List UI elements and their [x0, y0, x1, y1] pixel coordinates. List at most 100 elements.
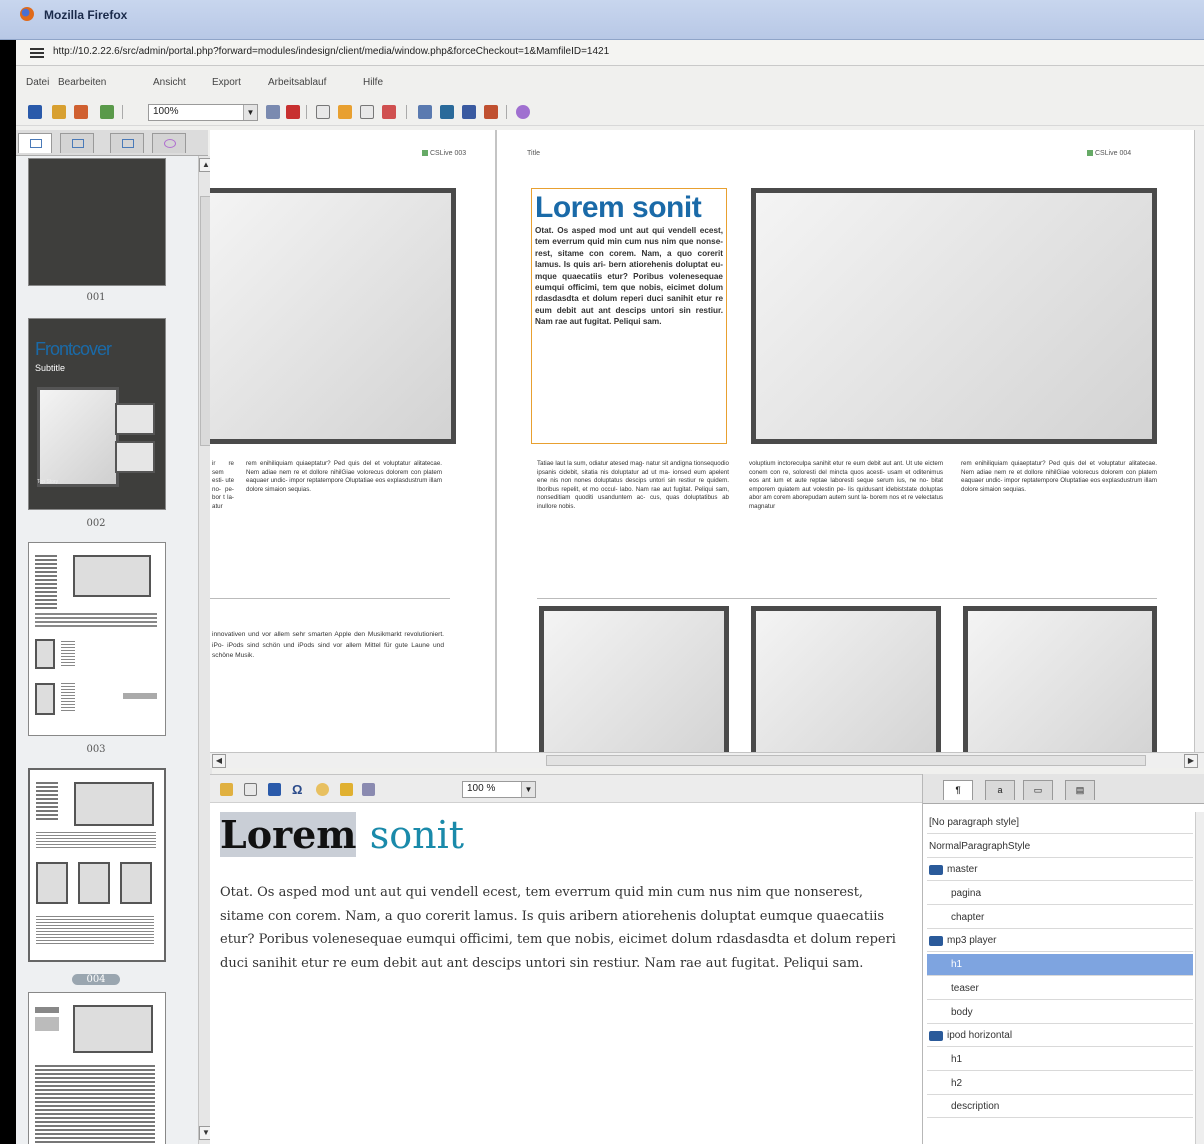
menu-bar: Datei Bearbeiten Ansicht Export Arbeitsa…	[16, 70, 1204, 96]
page-thumbnail-005[interactable]	[28, 992, 166, 1144]
menu-export[interactable]: Export	[212, 77, 241, 88]
editor-heading[interactable]: Lorem sonit	[220, 812, 464, 857]
paragraph-styles-panel: ¶ a ▭ ▤ [No paragraph style] NormalParag…	[922, 774, 1204, 1144]
document-horizontal-scrollbar[interactable]: ◀ ▶	[210, 752, 1204, 768]
menu-bearbeiten[interactable]: Bearbeiten	[58, 77, 106, 88]
preview-icon[interactable]	[266, 105, 280, 119]
thumb-text-block	[36, 916, 154, 944]
tab-comments[interactable]	[152, 133, 186, 153]
tab-frame-styles[interactable]: ▭	[1023, 780, 1053, 800]
spellcheck-icon[interactable]	[220, 783, 233, 796]
style-item-body[interactable]: body	[927, 1002, 1193, 1024]
text-column[interactable]: Tatiae laut la sum, odiatur atesed mag- …	[537, 460, 729, 580]
page-thumbnail-003[interactable]	[28, 542, 166, 736]
style-item-h1[interactable]: h1	[927, 1049, 1193, 1071]
image-frame[interactable]	[539, 606, 729, 752]
pages-panel-tabs	[16, 130, 208, 156]
tab-pages[interactable]	[18, 133, 52, 153]
image-frame[interactable]	[751, 188, 1157, 444]
style-group-mp3-player[interactable]: mp3 player	[927, 930, 1193, 953]
save-icon[interactable]	[268, 783, 281, 796]
image-frame[interactable]	[210, 188, 456, 444]
double-page-icon[interactable]	[360, 105, 374, 119]
single-page-icon[interactable]	[316, 105, 330, 119]
zoom-select[interactable]: 100% ▼	[148, 104, 258, 121]
url-text[interactable]: http://10.2.22.6/src/admin/portal.php?fo…	[53, 46, 609, 57]
style-item-no-paragraph-style[interactable]: [No paragraph style]	[927, 812, 1193, 834]
undo-icon[interactable]	[316, 783, 329, 796]
style-item-pagina[interactable]: pagina	[927, 883, 1193, 906]
folder-icon[interactable]	[340, 783, 353, 796]
menu-datei[interactable]: Datei	[26, 77, 49, 88]
scroll-right-icon[interactable]: ▶	[1184, 754, 1198, 768]
style-group-ipod-horizontal[interactable]: ipod horizontal	[927, 1025, 1193, 1048]
comment-icon[interactable]	[516, 105, 530, 119]
scroll-left-icon[interactable]: ◀	[212, 754, 226, 768]
style-item-description[interactable]: description	[927, 1096, 1193, 1119]
image-frame[interactable]	[751, 606, 941, 752]
thumb-image	[35, 683, 55, 715]
gallery-icon[interactable]	[462, 105, 476, 119]
text-column[interactable]: voluptium inctoreculpa sanihit etur re e…	[749, 460, 943, 580]
page-label: 001	[86, 292, 106, 303]
window-titlebar: Mozilla Firefox	[0, 0, 1204, 40]
text-editor-pane: Ω 100 % ▼ Lorem sonit Otat. Os asped mod…	[210, 774, 922, 1144]
text-column[interactable]: innovativen und vor allem sehr smarten A…	[212, 630, 444, 690]
thumb-text-block	[35, 555, 57, 611]
image-frame-icon[interactable]	[418, 105, 432, 119]
scrollbar-thumb[interactable]	[546, 755, 1146, 766]
image-frame[interactable]	[963, 606, 1157, 752]
text-column[interactable]: rem enihiliquiam quiaeptatur? Ped quis d…	[961, 460, 1157, 540]
style-item-chapter[interactable]: chapter	[927, 907, 1193, 929]
text-column[interactable]: ir re sem esti- ute no- pe- bor t la- at…	[212, 460, 234, 580]
style-group-master[interactable]: master	[927, 859, 1193, 882]
menu-ansicht[interactable]: Ansicht	[153, 77, 186, 88]
page-thumbnail-002[interactable]: Frontcover Subtitle Top Story	[28, 318, 166, 510]
menu-arbeitsablauf[interactable]: Arbeitsablauf	[268, 77, 326, 88]
style-item-normal[interactable]: NormalParagraphStyle	[927, 836, 1193, 858]
selected-text-frame[interactable]: Lorem sonit Otat. Os asped mod unt aut q…	[531, 188, 727, 444]
tab-paragraph-styles[interactable]: ¶	[943, 780, 973, 800]
tab-table-styles[interactable]: ▤	[1065, 780, 1095, 800]
style-item-h1-selected[interactable]: h1	[927, 954, 1193, 977]
document-canvas[interactable]: CSLive 003 ir re sem esti- ute no- pe- b…	[210, 130, 1204, 752]
save-icon[interactable]	[28, 105, 42, 119]
tab-spreads[interactable]	[60, 133, 94, 153]
styles-scrollbar[interactable]	[1195, 812, 1204, 1144]
audio-icon[interactable]	[484, 105, 498, 119]
thumb-image	[120, 862, 152, 904]
editor-heading-word: sonit	[369, 813, 464, 857]
thumb-image	[36, 862, 68, 904]
pdf-icon[interactable]	[286, 105, 300, 119]
page-thumbnail-001[interactable]	[28, 158, 166, 286]
page-menu-icon[interactable]	[30, 48, 44, 58]
chevron-down-icon[interactable]: ▼	[521, 782, 535, 797]
style-item-teaser[interactable]: teaser	[927, 978, 1193, 1000]
page-delete-icon[interactable]	[74, 105, 88, 119]
page-thumbnail-004[interactable]	[28, 768, 166, 962]
menu-hilfe[interactable]: Hilfe	[363, 77, 383, 88]
tab-character-styles[interactable]: a	[985, 780, 1015, 800]
chevron-down-icon[interactable]: ▼	[243, 105, 257, 120]
editor-zoom-select[interactable]: 100 % ▼	[462, 781, 536, 798]
page-label: 003	[86, 744, 106, 755]
text-frame-icon[interactable]	[244, 783, 257, 796]
search-replace-icon[interactable]	[362, 783, 375, 796]
close-page-icon[interactable]	[382, 105, 396, 119]
spread-icon[interactable]	[338, 105, 352, 119]
special-character-icon[interactable]: Ω	[292, 783, 305, 796]
document-vertical-scrollbar[interactable]	[1194, 130, 1204, 752]
thumb-image	[73, 1005, 153, 1053]
style-item-h2[interactable]: h2	[927, 1073, 1193, 1095]
page-left: CSLive 003 ir re sem esti- ute no- pe- b…	[210, 130, 495, 752]
page-add-icon[interactable]	[52, 105, 66, 119]
address-bar[interactable]: http://10.2.22.6/src/admin/portal.php?fo…	[16, 40, 1204, 66]
tab-masters[interactable]	[110, 133, 144, 153]
refresh-icon[interactable]	[100, 105, 114, 119]
editor-body-text[interactable]: Otat. Os asped mod unt aut qui vendell e…	[220, 881, 900, 975]
pages-panel: 001 Frontcover Subtitle Top Story 002 00…	[16, 130, 213, 1144]
firefox-icon	[20, 7, 34, 21]
folio-text: CSLive 004	[1095, 150, 1132, 157]
picture-icon[interactable]	[440, 105, 454, 119]
text-column[interactable]: rem enihiliquiam quiaeptatur? Ped quis d…	[246, 460, 442, 540]
